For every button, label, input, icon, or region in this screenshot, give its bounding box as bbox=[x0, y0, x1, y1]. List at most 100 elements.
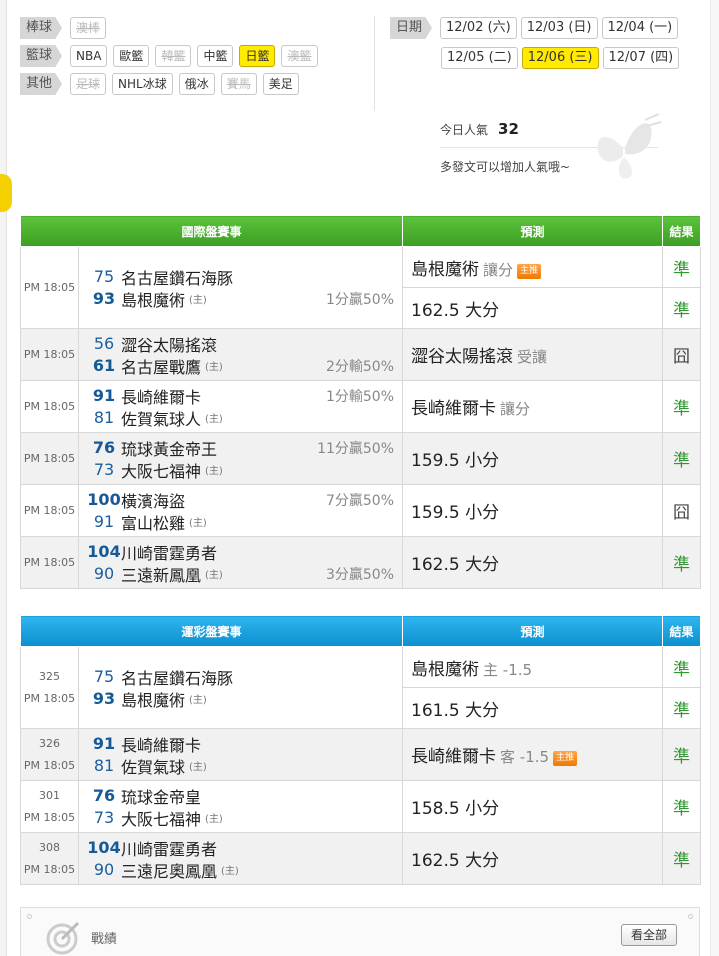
prediction-cell: 159.5 小分 bbox=[402, 484, 664, 537]
away-team-line: 75 名古屋鑽石海豚 bbox=[87, 666, 394, 688]
home-score: 73 bbox=[93, 808, 115, 827]
result-cell: 囧 bbox=[662, 328, 702, 381]
game-time-cell: PM 18:05 bbox=[20, 246, 79, 329]
prediction-pick: 158.5 小分 bbox=[411, 799, 500, 819]
prediction-pick: 162.5 大分 bbox=[411, 555, 500, 575]
home-marker: (主) bbox=[205, 362, 223, 373]
sports-lottery-games-table: 運彩盤賽事 預測 結果 325 PM 18:05 75 名古屋鑽石海豚 93 島根魔術 (主… bbox=[19, 615, 702, 885]
away-team-name: 琉球金帝皇 bbox=[121, 787, 202, 807]
away-team-name: 橫濱海盜 bbox=[121, 491, 186, 511]
away-team-line: 104 川崎雷霆勇者 bbox=[87, 541, 394, 563]
game-time-cell: PM 18:05 bbox=[20, 380, 79, 433]
prediction-pick: 162.5 大分 bbox=[411, 851, 500, 871]
home-marker: (主) bbox=[221, 866, 239, 877]
away-team-name: 名古屋鑽石海豚 bbox=[121, 668, 234, 688]
away-score: 91 bbox=[92, 734, 116, 753]
game-row: 308 PM 18:05 104 川崎雷霆勇者 90 三遠尼奧鳳凰 (主) 162.5 大分準 bbox=[20, 832, 702, 885]
home-score: 91 bbox=[93, 512, 115, 531]
side-tab-handle[interactable] bbox=[0, 174, 12, 212]
home-team-name: 三遠尼奧鳳凰 bbox=[121, 861, 218, 881]
prediction-type: 客 -1.5 bbox=[500, 748, 550, 766]
prediction-pick: 161.5 大分 bbox=[411, 700, 500, 721]
panel-corner-dot bbox=[27, 914, 32, 919]
date-chip[interactable]: 12/03 (日) bbox=[520, 17, 598, 39]
away-team-line: 104 川崎雷霆勇者 bbox=[87, 837, 394, 859]
league-filter-chip[interactable]: 俄冰 bbox=[178, 73, 215, 95]
away-score: 56 bbox=[93, 334, 115, 353]
prediction-cell: 161.5 大分 bbox=[402, 687, 664, 729]
lottery-header-games: 運彩盤賽事 bbox=[19, 615, 404, 647]
home-score: 90 bbox=[93, 564, 115, 583]
date-chip[interactable]: 12/07 (四) bbox=[602, 47, 680, 69]
league-filter-chip[interactable]: NBA bbox=[70, 45, 108, 67]
international-games-table: 國際盤賽事 預測 結果 PM 18:05 75 名古屋鑽石海豚 93 島根魔術 (主) 1分… bbox=[19, 215, 702, 589]
game-time-cell: 326 PM 18:05 bbox=[20, 728, 79, 781]
handicap-odds: 1分贏50% bbox=[325, 291, 395, 308]
result-cell: 準 bbox=[662, 432, 702, 485]
game-time: PM 18:05 bbox=[23, 758, 76, 772]
prediction-pick: 島根魔術 bbox=[411, 259, 480, 280]
prediction-type: 讓分 bbox=[500, 400, 531, 418]
game-time-cell: 325 PM 18:05 bbox=[20, 646, 79, 729]
home-score: 93 bbox=[92, 689, 116, 708]
handicap-odds: 3分贏50% bbox=[325, 566, 395, 583]
filter-divider bbox=[374, 16, 375, 111]
prediction-pick: 澀谷太陽搖滾 bbox=[411, 347, 514, 367]
league-filter-chip[interactable]: 美足 bbox=[262, 73, 299, 95]
away-team-line: 76 琉球黃金帝王 11分贏50% bbox=[87, 437, 394, 459]
filter-row: 棒球 澳棒 bbox=[20, 16, 370, 40]
filter-category-label: 其他 bbox=[20, 73, 62, 95]
home-team-line: 90 三遠新鳳凰 (主) 3分贏50% bbox=[87, 563, 394, 585]
game-time: PM 18:05 bbox=[23, 280, 76, 294]
away-score: 104 bbox=[87, 542, 121, 561]
view-all-button[interactable]: 看全部 bbox=[621, 924, 677, 946]
league-filter-chip[interactable]: 日籃 bbox=[239, 45, 276, 67]
game-row: PM 18:05 100 橫濱海盜 7分贏50% 91 富山松雞 (主) 159.5 小分 囧 bbox=[20, 484, 702, 537]
home-team-line: 81 佐賀氣球人 (主) bbox=[87, 407, 394, 429]
away-team-line: 100 橫濱海盜 7分贏50% bbox=[87, 489, 394, 511]
game-teams-cell: 75 名古屋鑽石海豚 93 島根魔術 (主) bbox=[77, 646, 404, 729]
result-cell: 準 bbox=[662, 687, 702, 729]
date-chip[interactable]: 12/05 (二) bbox=[441, 47, 518, 69]
game-time: PM 18:05 bbox=[23, 810, 76, 824]
game-teams-cell: 76 琉球黃金帝王 11分贏50% 73 大阪七福神 (主) bbox=[77, 432, 404, 485]
handicap-odds: 1分輸50% bbox=[325, 388, 395, 405]
result-cell: 準 bbox=[662, 728, 702, 781]
league-filter-chip: 足球 bbox=[70, 73, 107, 95]
game-teams-cell: 104 川崎雷霆勇者 90 三遠新鳳凰 (主) 3分贏50% bbox=[77, 536, 404, 589]
prediction-pick: 159.5 小分 bbox=[411, 503, 500, 523]
home-team-name: 富山松雞 bbox=[121, 513, 186, 533]
away-team-name: 琉球黃金帝王 bbox=[121, 439, 218, 459]
away-team-name: 川崎雷霆勇者 bbox=[121, 543, 218, 563]
game-number: 308 bbox=[39, 840, 60, 854]
panel-corner-dot bbox=[688, 914, 693, 919]
international-header-games: 國際盤賽事 bbox=[19, 215, 404, 247]
home-score: 61 bbox=[92, 356, 116, 375]
home-marker: (主) bbox=[189, 695, 207, 706]
game-teams-cell: 76 琉球金帝皇 73 大阪七福神 (主) bbox=[77, 780, 404, 833]
home-marker: (主) bbox=[205, 570, 223, 581]
league-filter-chip: 韓籃 bbox=[155, 45, 192, 67]
date-chip[interactable]: 12/02 (六) bbox=[440, 17, 517, 39]
handicap-odds: 7分贏50% bbox=[325, 492, 395, 509]
league-filter-chip[interactable]: 中籃 bbox=[197, 45, 234, 67]
popularity-value: 32 bbox=[498, 120, 519, 138]
prediction-pick: 島根魔術 bbox=[411, 659, 480, 680]
date-chip[interactable]: 12/04 (一) bbox=[601, 17, 679, 39]
league-filter-chip: 賽馬 bbox=[220, 73, 257, 95]
result-cell: 準 bbox=[662, 246, 702, 288]
main-pick-badge: 主推 bbox=[553, 751, 578, 766]
popularity-label: 今日人氣 bbox=[440, 123, 489, 137]
league-filter-chip[interactable]: NHL冰球 bbox=[112, 73, 173, 95]
game-time-cell: PM 18:05 bbox=[20, 536, 79, 589]
away-score: 100 bbox=[87, 490, 121, 509]
result-cell: 準 bbox=[662, 780, 702, 833]
home-marker: (主) bbox=[205, 814, 223, 825]
league-filter-chip[interactable]: 歐籃 bbox=[113, 45, 150, 67]
away-team-line: 56 澀谷太陽搖滾 bbox=[87, 333, 394, 355]
away-team-name: 川崎雷霆勇者 bbox=[121, 839, 218, 859]
home-score: 93 bbox=[92, 289, 116, 308]
date-chip[interactable]: 12/06 (三) bbox=[521, 47, 599, 69]
home-score: 73 bbox=[93, 460, 115, 479]
away-team-line: 91 長崎維爾卡 1分輸50% bbox=[87, 385, 394, 407]
